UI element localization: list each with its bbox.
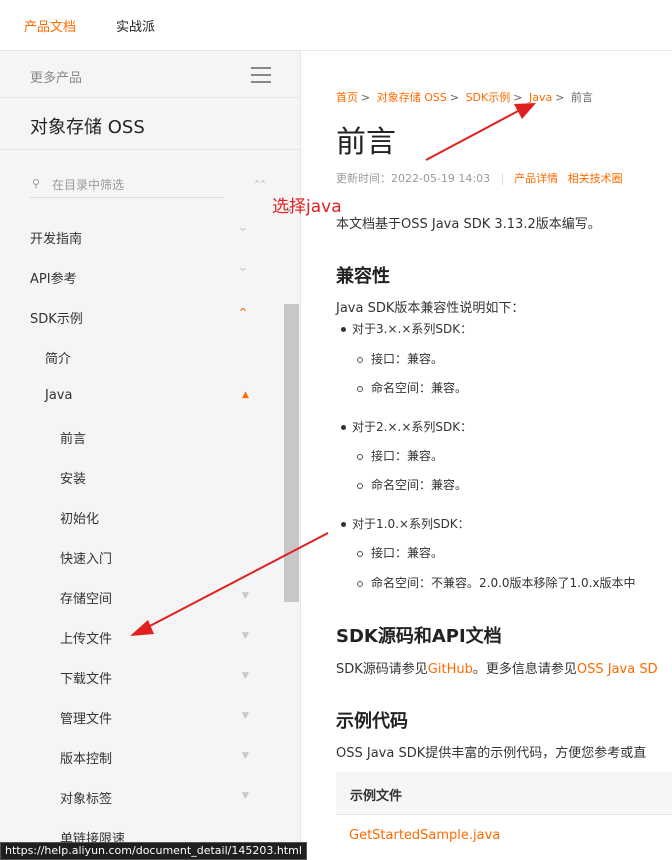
triangle-down-icon[interactable]: ▼ (242, 671, 249, 681)
intro-text: 本文档基于OSS Java SDK 3.13.2版本编写。 (336, 217, 601, 232)
filter-placeholder: 在目录中筛选 (52, 178, 125, 192)
list-item: 对于3.×.×系列SDK： (341, 320, 472, 337)
annotation-arrow-to-java (425, 103, 536, 161)
breadcrumb-oss[interactable]: 对象存储 OSS (377, 91, 447, 104)
list-item: 对于1.0.×系列SDK： (341, 515, 470, 532)
sidebar-item-sdk-examples[interactable]: SDK示例 (30, 308, 83, 327)
sidebar-item-java[interactable]: Java (45, 388, 72, 403)
breadcrumb-current: 前言 (570, 91, 593, 104)
sidebar-item-versioning[interactable]: 版本控制 (60, 748, 112, 767)
chevron-up-icon[interactable]: ˄ (238, 307, 248, 321)
compat-desc: Java SDK版本兼容性说明如下： (336, 301, 525, 316)
menu-icon[interactable] (251, 67, 271, 88)
chevron-down-icon[interactable]: ˇ (238, 267, 248, 281)
list-item: 命名空间：兼容。 (357, 476, 467, 493)
github-link[interactable]: GitHub (428, 662, 473, 677)
list-item: 接口：兼容。 (357, 350, 443, 367)
sidebar-item-api-reference[interactable]: API参考 (30, 268, 77, 287)
list-item: 接口：兼容。 (357, 447, 443, 464)
catalog-filter-input[interactable]: ⚲ 在目录中筛选 (30, 165, 224, 198)
chevron-down-icon[interactable]: ˇ (238, 227, 248, 241)
sidebar-item-bucket[interactable]: 存储空间 (60, 588, 112, 607)
table-header-cell: 示例文件 (350, 789, 403, 804)
product-details-link[interactable]: 产品详情 (514, 172, 558, 185)
search-icon: ⚲ (32, 177, 41, 190)
tab-practice[interactable]: 实战派 (116, 16, 155, 35)
sidebar-item-manage-files[interactable]: 管理文件 (60, 708, 112, 727)
sidebar-item-download[interactable]: 下载文件 (60, 668, 112, 687)
triangle-down-icon[interactable]: ▼ (242, 591, 249, 601)
breadcrumb-sdk[interactable]: SDK示例 (466, 91, 511, 104)
top-nav-bar: 产品文档 实战派 (0, 0, 672, 51)
breadcrumb-java[interactable]: Java (529, 91, 552, 104)
updated-time: 更新时间：2022-05-19 14:03 (336, 172, 491, 185)
breadcrumb-home[interactable]: 首页 (336, 91, 358, 104)
breadcrumb: 首页 > 对象存储 OSS > SDK示例 > Java > 前言 (336, 91, 593, 104)
divider (0, 149, 300, 150)
sidebar-scrollbar-thumb[interactable] (284, 304, 299, 602)
product-title: 对象存储 OSS (30, 117, 145, 138)
divider (0, 97, 300, 98)
sidebar-item-init[interactable]: 初始化 (60, 508, 99, 527)
source-desc: SDK源码请参见GitHub。更多信息请参见OSS Java SD (336, 662, 658, 677)
status-bar-url: https://help.aliyun.com/document_detail/… (0, 842, 307, 860)
triangle-up-icon[interactable]: ▲ (242, 390, 249, 400)
oss-java-sdk-link[interactable]: OSS Java SD (577, 662, 658, 677)
triangle-down-icon[interactable]: ▼ (242, 791, 249, 801)
list-item: 接口：兼容。 (357, 544, 443, 561)
annotation-label: 选择java (272, 197, 342, 217)
list-item: 命名空间：不兼容。2.0.0版本移除了1.0.x版本中 (357, 574, 636, 591)
sidebar-item-preface[interactable]: 前言 (60, 428, 86, 447)
sidebar-item-intro[interactable]: 简介 (45, 348, 71, 367)
sidebar-item-quickstart[interactable]: 快速入门 (60, 548, 112, 567)
sidebar: 更多产品 对象存储 OSS ⚲ 在目录中筛选 ˄˄ 开发指南 ˇ API参考 ˇ… (0, 51, 301, 858)
tab-product-docs[interactable]: 产品文档 (24, 16, 76, 35)
sample-file-link[interactable]: GetStartedSample.java (349, 828, 500, 843)
list-item: 对于2.×.×系列SDK： (341, 418, 472, 435)
compat-heading: 兼容性 (336, 266, 390, 287)
sidebar-item-dev-guide[interactable]: 开发指南 (30, 228, 82, 247)
page-title: 前言 (336, 125, 396, 160)
sidebar-item-install[interactable]: 安装 (60, 468, 86, 487)
related-tech-link[interactable]: 相关技术圈 (568, 172, 623, 185)
collapse-all-icon[interactable]: ˄˄ (254, 179, 266, 193)
more-products-link[interactable]: 更多产品 (30, 67, 82, 86)
example-heading: 示例代码 (336, 711, 408, 732)
triangle-down-icon[interactable]: ▼ (242, 751, 249, 761)
table-header: 示例文件 (336, 772, 672, 815)
sidebar-item-upload[interactable]: 上传文件 (60, 628, 112, 647)
page-meta: 更新时间：2022-05-19 14:03 产品详情 相关技术圈 (336, 170, 623, 186)
sidebar-item-object-tagging[interactable]: 对象标签 (60, 788, 112, 807)
source-heading: SDK源码和API文档 (336, 626, 502, 647)
triangle-down-icon[interactable]: ▼ (242, 711, 249, 721)
list-item: 命名空间：兼容。 (357, 379, 467, 396)
example-desc: OSS Java SDK提供丰富的示例代码，方便您参考或直 (336, 746, 647, 761)
triangle-down-icon[interactable]: ▼ (242, 631, 249, 641)
